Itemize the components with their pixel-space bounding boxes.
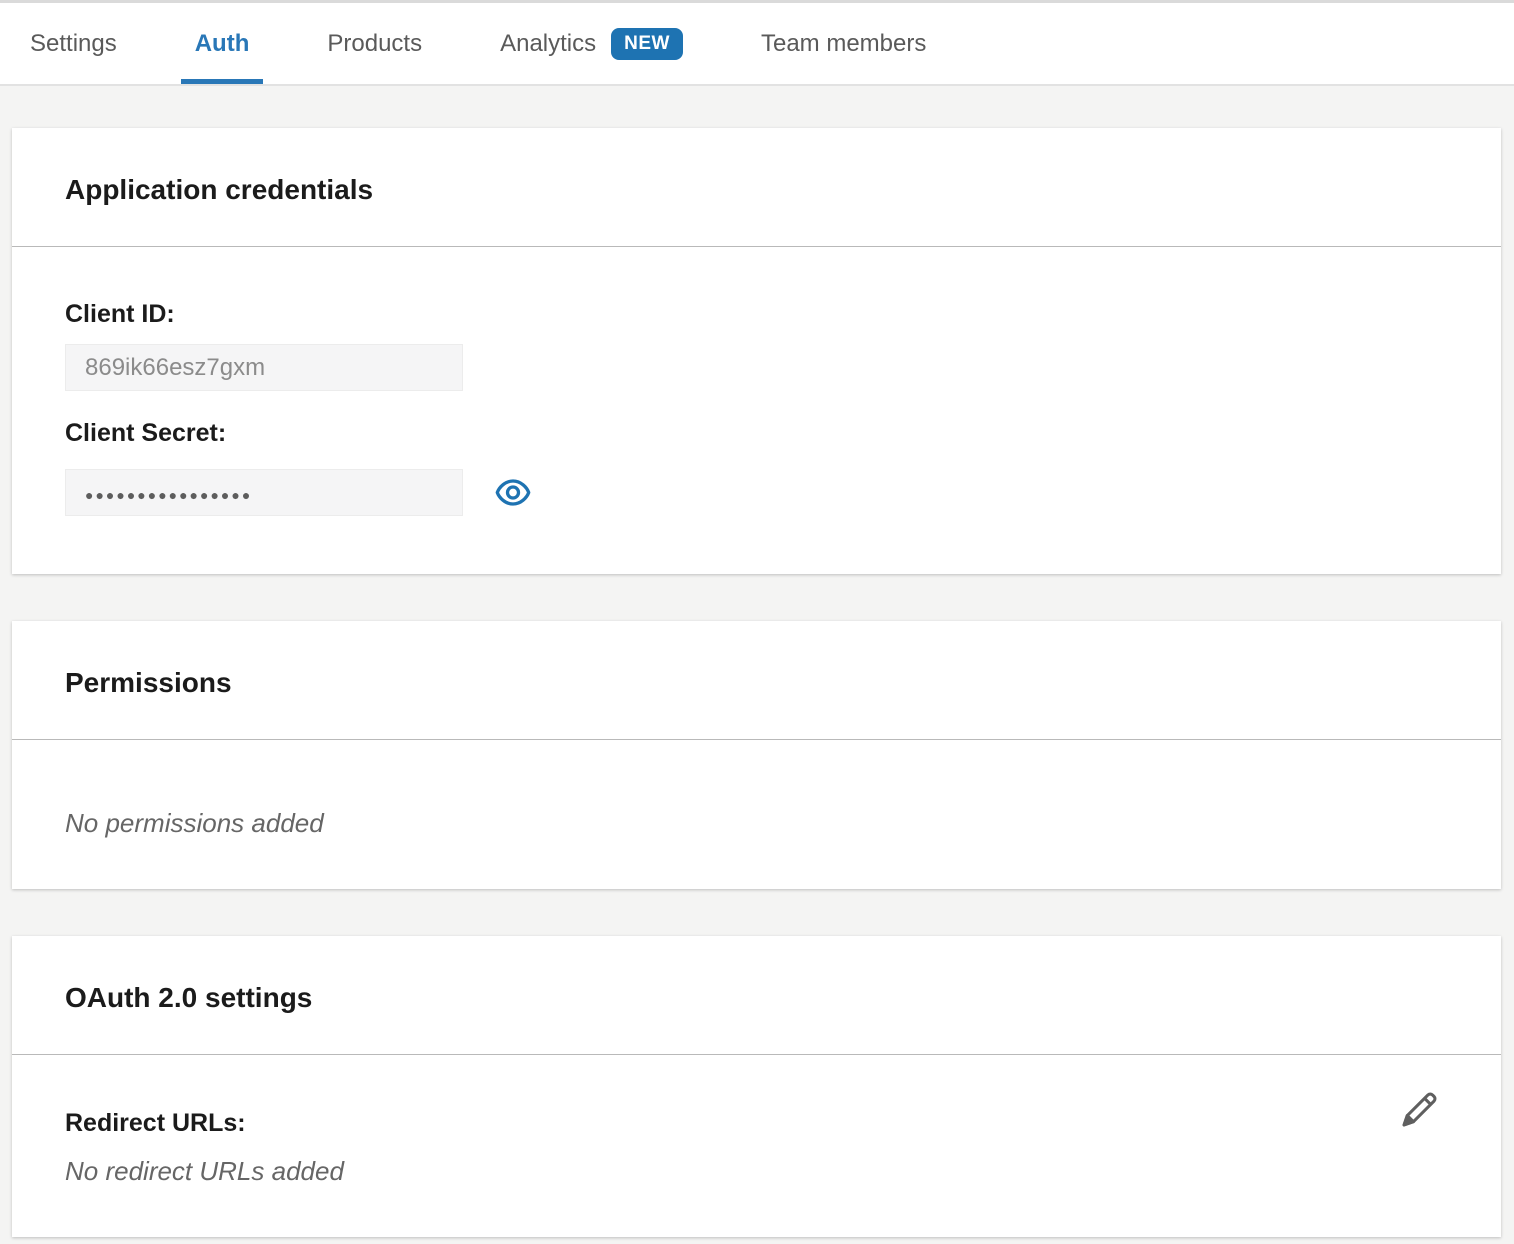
oauth-settings-header: OAuth 2.0 settings (12, 936, 1501, 1055)
client-secret-masked-value: ●●●●●●●●●●●●●●●● (85, 487, 252, 503)
permissions-header: Permissions (12, 621, 1501, 740)
eye-icon (494, 476, 532, 509)
permissions-title: Permissions (65, 666, 1448, 700)
client-secret-field[interactable]: ●●●●●●●●●●●●●●●● (65, 469, 463, 516)
application-credentials-body: Client ID: 869ik66esz7gxm Client Secret:… (12, 247, 1501, 574)
new-badge: NEW (611, 28, 683, 60)
pencil-icon (1396, 1087, 1442, 1133)
redirect-urls-label: Redirect URLs: (65, 1110, 1448, 1137)
auth-tab-content: Application credentials Client ID: 869ik… (0, 86, 1514, 1237)
edit-redirect-urls-button[interactable] (1396, 1087, 1442, 1133)
application-credentials-card: Application credentials Client ID: 869ik… (12, 128, 1501, 574)
tab-team-members[interactable]: Team members (747, 3, 940, 84)
client-id-value: 869ik66esz7gxm (85, 354, 265, 381)
no-permissions-text: No permissions added (65, 808, 1448, 839)
permissions-card: Permissions No permissions added (12, 621, 1501, 889)
tab-bar: Settings Auth Products Analytics NEW Tea… (0, 0, 1514, 86)
tab-settings[interactable]: Settings (16, 3, 131, 84)
permissions-body: No permissions added (12, 740, 1501, 889)
tab-auth-label: Auth (195, 30, 250, 58)
tab-settings-label: Settings (30, 30, 117, 58)
client-id-field[interactable]: 869ik66esz7gxm (65, 344, 463, 391)
application-credentials-header: Application credentials (12, 128, 1501, 247)
application-credentials-title: Application credentials (65, 173, 1448, 207)
client-id-label: Client ID: (65, 301, 1448, 328)
oauth-settings-title: OAuth 2.0 settings (65, 981, 1448, 1015)
tab-analytics-label: Analytics (500, 30, 596, 58)
tab-products[interactable]: Products (313, 3, 436, 84)
tab-auth[interactable]: Auth (181, 3, 264, 84)
tab-analytics[interactable]: Analytics NEW (486, 3, 697, 84)
tab-team-members-label: Team members (761, 30, 926, 58)
oauth-settings-card: OAuth 2.0 settings Redirect URLs: No red… (12, 936, 1501, 1237)
oauth-settings-body: Redirect URLs: No redirect URLs added (12, 1055, 1501, 1237)
client-secret-row: ●●●●●●●●●●●●●●●● (65, 469, 1448, 516)
tab-products-label: Products (327, 30, 422, 58)
no-redirect-urls-text: No redirect URLs added (65, 1156, 1448, 1187)
show-client-secret-button[interactable] (494, 476, 532, 509)
client-secret-label: Client Secret: (65, 420, 1448, 447)
